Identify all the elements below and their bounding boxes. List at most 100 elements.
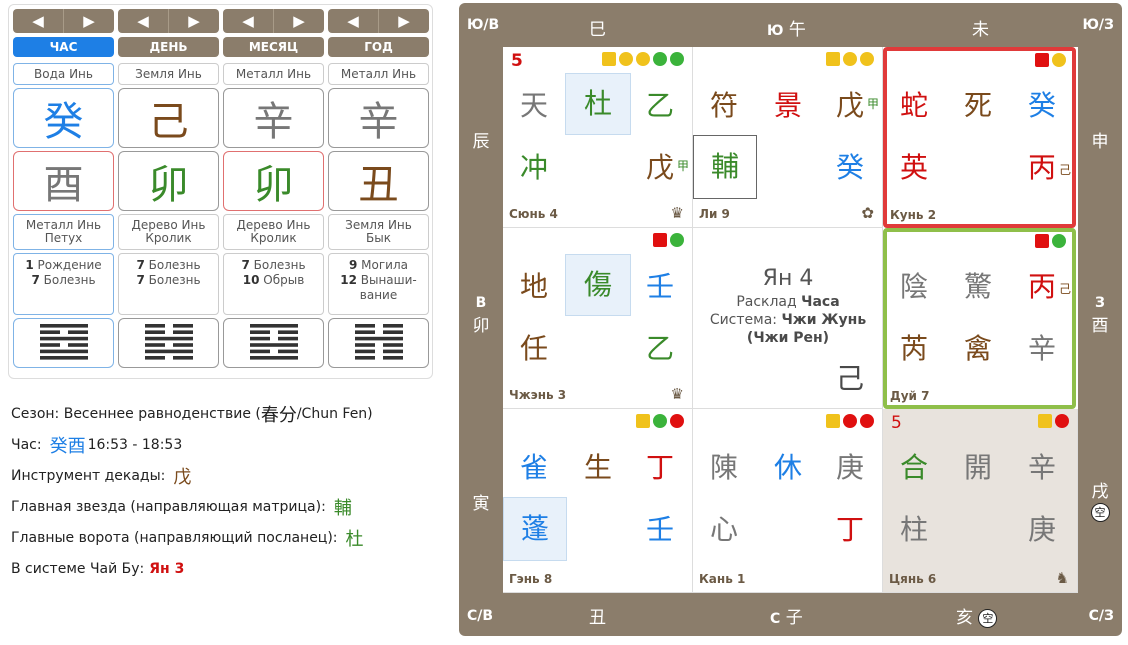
status-marks [1035, 53, 1066, 67]
palace-xun[interactable]: 5 天 杜 乙 冲 戊甲 Сюнь 4 ♛ [503, 47, 693, 228]
red-circle-icon [1055, 414, 1069, 428]
decade-han: 戊 [173, 466, 192, 488]
year-phases: 9 Могила 12 Вынаши-вание [328, 253, 429, 315]
branch-left-bottom: 寅 [472, 494, 490, 514]
day-branch-animal: Кролик [145, 231, 192, 245]
branch-bottom-mid: С 子 [770, 603, 803, 628]
star: 冲 [519, 151, 548, 184]
palace-name: Дуй 7 [890, 389, 930, 403]
pillar-day: ◀ ▶ ДЕНЬ Земля Инь 己 卯 Дерево Инь Кролик… [118, 9, 219, 368]
month-stem[interactable]: 辛 [223, 88, 324, 148]
day-branch-desc: Дерево Инь Кролик [118, 214, 219, 250]
day-hexagram[interactable] [118, 318, 219, 368]
red-square-icon [653, 233, 667, 247]
palace-center[interactable]: Ян 4 Расклад Часа Система: Чжи Жунь (Чжи… [693, 228, 883, 409]
chaibu-value: Ян 3 [149, 560, 185, 577]
day-next-button[interactable]: ▶ [169, 9, 219, 33]
year-branch[interactable]: 丑 [328, 151, 429, 211]
stem-bottom: 辛 [1027, 332, 1056, 365]
branch-left-top: 辰 [472, 132, 490, 152]
stem-top: 壬 [645, 270, 674, 303]
hexagram-line [67, 343, 88, 347]
day-stem[interactable]: 己 [118, 88, 219, 148]
palace-li[interactable]: 符 景 戊甲 輔 癸 Ли 9 ✿ [693, 47, 883, 228]
yellow-square-icon [636, 414, 650, 428]
hexagram-icon [144, 324, 193, 360]
year-hexagram[interactable] [328, 318, 429, 368]
chaibu-row: В системе Чай Бу: Ян 3 [11, 553, 451, 584]
palace-gen[interactable]: 雀 生 丁 蓬 壬 Гэнь 8 [503, 409, 693, 593]
status-marks [826, 414, 874, 428]
yellow-circle-icon [843, 52, 857, 66]
hexagram-line [39, 349, 88, 354]
year-next-button[interactable]: ▶ [379, 9, 429, 33]
center-stem: 己 [835, 362, 864, 395]
month-phase2: Обрыв [263, 273, 305, 287]
palace-qian[interactable]: 5 合 開 辛 柱 庚 Цянь 6 ♞ [883, 409, 1078, 593]
hexagram-line [354, 356, 375, 360]
red-square-icon [1035, 234, 1049, 248]
palace-dui[interactable]: 陰 驚 丙己 芮 禽 辛 Дуй 7 [883, 228, 1076, 409]
door: 景 [773, 89, 802, 122]
palace-kan[interactable]: 陳 休 庚 心 丁 Кань 1 [693, 409, 883, 593]
hour-next-button[interactable]: ▶ [64, 9, 114, 33]
month-branch[interactable]: 卯 [223, 151, 324, 211]
palace-zhen[interactable]: 地 傷 壬 任 乙 Чжэнь 3 ♛ [503, 228, 693, 409]
door: 死 [963, 89, 992, 122]
hexagram-line [249, 330, 270, 334]
hour-hexagram[interactable] [13, 318, 114, 368]
day-phase2: Болезнь [148, 273, 201, 287]
palace-name: Чжэнь 3 [509, 388, 567, 402]
hour-phase2-num: 7 [31, 273, 40, 287]
hexagram-line [382, 349, 403, 354]
day-prev-button[interactable]: ◀ [118, 9, 169, 33]
hour-stem[interactable]: 癸 [13, 88, 114, 148]
door: 驚 [963, 270, 992, 303]
hexagram-line [354, 324, 375, 328]
stem-top-han: 戊 [835, 89, 864, 122]
hexagram-line [172, 324, 193, 328]
hour-time: 16:53 - 18:53 [87, 436, 183, 453]
year-nav: ◀ ▶ [328, 9, 429, 33]
hour-branch[interactable]: 酉 [13, 151, 114, 211]
king-icon: ♛ [670, 204, 684, 222]
stem-bottom-han: 戊 [645, 151, 674, 184]
stem-bottom-han: 丙 [1027, 151, 1056, 184]
hexagram-icon [39, 324, 88, 360]
branch-right-bottom-han: 戌 [1091, 482, 1109, 502]
year-phase2: Вынаши-вание [359, 273, 417, 302]
tab-month[interactable]: МЕСЯЦ [223, 37, 324, 57]
month-prev-button[interactable]: ◀ [223, 9, 274, 33]
tab-year[interactable]: ГОД [328, 37, 429, 57]
hour-prev-button[interactable]: ◀ [13, 9, 64, 33]
branch-left-mid-han: 卯 [472, 316, 490, 336]
hour-branch-animal: Петух [44, 231, 83, 245]
day-element: Земля Инь [118, 63, 219, 85]
tab-day[interactable]: ДЕНЬ [118, 37, 219, 57]
month-hexagram[interactable] [223, 318, 324, 368]
stem-top-han: 丙 [1027, 270, 1056, 303]
status-marks [1038, 414, 1069, 428]
month-phase1: Болезнь [253, 258, 306, 272]
hexagram-line [382, 343, 403, 347]
center-system-label: Система: [709, 312, 782, 328]
center-system-alt: (Чжи Рен) [746, 330, 830, 346]
month-next-button[interactable]: ▶ [274, 9, 324, 33]
day-branch[interactable]: 卯 [118, 151, 219, 211]
gate-han: 杜 [345, 528, 364, 550]
stem-bottom: 庚 [1027, 513, 1056, 546]
year-branch-animal: Бык [366, 231, 391, 245]
green-circle-icon [670, 233, 684, 247]
dir-west: З [1095, 295, 1105, 311]
year-prev-button[interactable]: ◀ [328, 9, 379, 33]
tab-hour[interactable]: ЧАС [13, 37, 114, 57]
door: 傷 [565, 254, 631, 316]
stem-top-sup: 甲 [866, 97, 879, 111]
stem-top: 庚 [835, 451, 864, 484]
palace-name: Ли 9 [699, 207, 730, 221]
year-stem[interactable]: 辛 [328, 88, 429, 148]
status-marks [826, 52, 874, 66]
hour-row: Час: 癸酉 16:53 - 18:53 [11, 429, 451, 460]
deity: 陳 [709, 451, 738, 484]
palace-kun[interactable]: 蛇 死 癸 英 丙己 Кунь 2 [883, 47, 1076, 228]
